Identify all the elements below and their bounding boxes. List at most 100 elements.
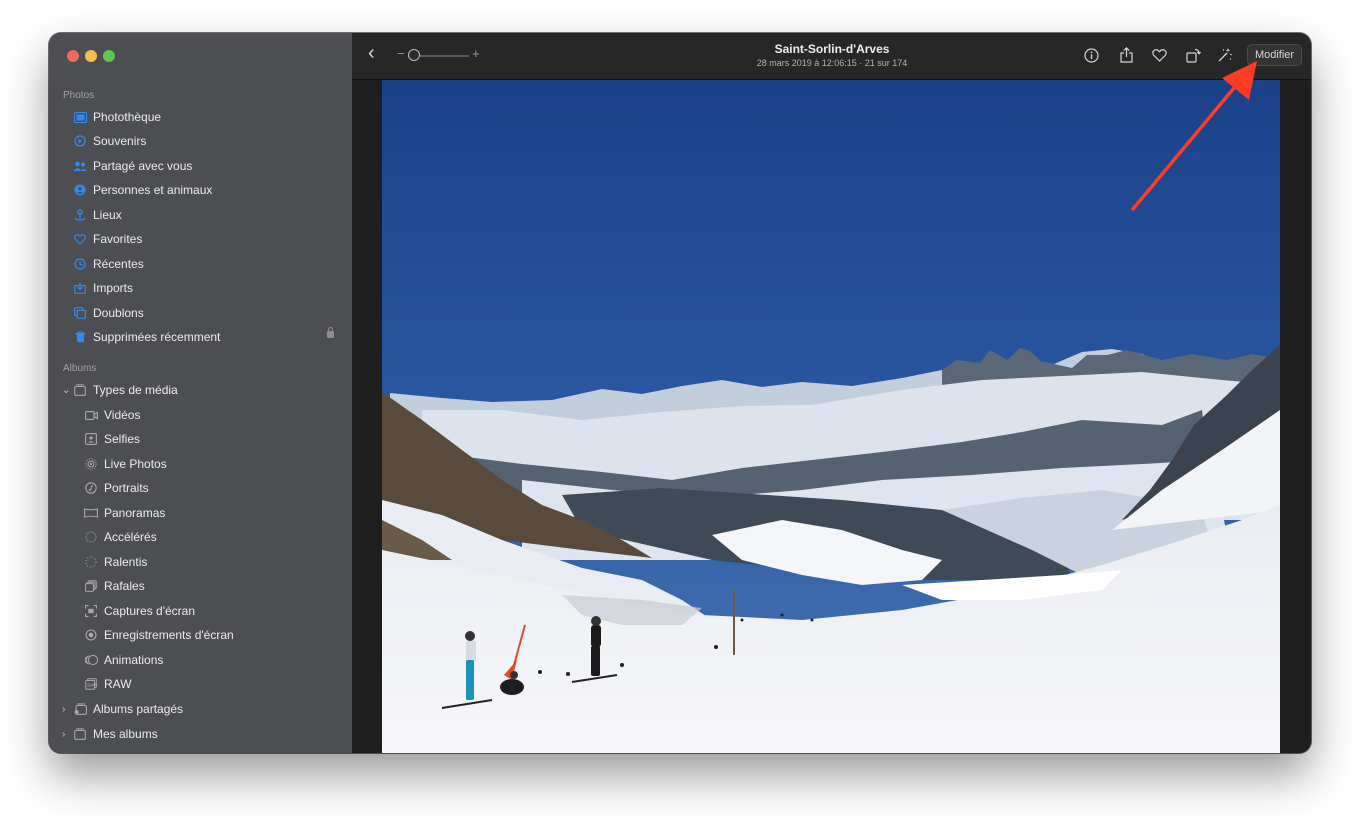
burst-icon [84,579,98,593]
sidebar-item-enregistrements-d-ecran[interactable]: Enregistrements d'écran [49,623,352,647]
svg-text:RAW: RAW [87,683,97,689]
sidebar-item-acceleres[interactable]: Accélérés [49,525,352,549]
people-icon [73,183,87,197]
photo-library-icon [73,110,87,124]
share-icon[interactable] [1117,46,1135,64]
sidebar-item-videos[interactable]: Vidéos [49,403,352,427]
sidebar-item-selfies[interactable]: Selfies [49,427,352,451]
edit-button[interactable]: Modifier [1247,44,1302,66]
sidebar: Photos Photothèque Souvenirs Partagé ave… [49,33,352,753]
sidebar-item-label: Récentes [93,257,144,271]
sidebar-item-label: Ralentis [104,555,148,569]
media-types-icon [73,383,87,397]
zoom-slider-thumb[interactable] [408,49,420,61]
rotate-icon[interactable] [1184,46,1202,64]
screenshot-icon [84,604,98,618]
sidebar-item-label: Doublons [93,306,144,320]
sidebar-item-label: Supprimées récemment [93,330,221,344]
zoom-in-button[interactable]: + [472,47,480,61]
sidebar-item-albums-partages[interactable]: › Albums partagés [49,697,352,721]
sidebar-item-label: Captures d'écran [104,604,196,618]
sidebar-item-lieux[interactable]: Lieux [49,203,352,227]
photos-window: Photos Photothèque Souvenirs Partagé ave… [49,33,1311,753]
shared-with-you-icon [73,159,87,173]
live-photo-icon [84,457,98,471]
sidebar-item-label: Panoramas [104,506,166,520]
close-window-button[interactable] [67,50,79,62]
video-icon [84,408,98,422]
places-icon [73,208,87,222]
photo-viewer [352,80,1311,753]
zoom-out-button[interactable]: − [397,47,405,61]
timelapse-icon [84,530,98,544]
sidebar-item-doublons[interactable]: Doublons [49,301,352,325]
sidebar-item-label: Types de média [93,383,178,397]
memories-icon [73,134,87,148]
clock-icon [73,257,87,271]
import-icon [73,281,87,295]
sidebar-item-label: RAW [104,677,132,691]
minimize-window-button[interactable] [85,50,97,62]
sidebar-item-label: Vidéos [104,408,141,422]
sidebar-item-panoramas[interactable]: Panoramas [49,501,352,525]
photo-date-position: 28 mars 2019 à 12:06:15 · 21 sur 174 [756,58,908,68]
sidebar-item-favorites[interactable]: Favorites [49,227,352,251]
duplicates-icon [73,306,87,320]
trash-icon [73,330,87,344]
sidebar-item-personnes-et-animaux[interactable]: Personnes et animaux [49,178,352,202]
panorama-icon [84,506,98,520]
sidebar-item-recentes[interactable]: Récentes [49,252,352,276]
sidebar-item-types-de-media[interactable]: ⌄ Types de média [49,378,352,402]
sidebar-item-label: Enregistrements d'écran [104,628,234,642]
sidebar-item-label: Accélérés [104,530,157,544]
selfie-icon [84,432,98,446]
sidebar-item-label: Photothèque [93,110,162,124]
sidebar-item-ralentis[interactable]: Ralentis [49,550,352,574]
sidebar-item-label: Imports [93,281,134,295]
sidebar-item-live-photos[interactable]: Live Photos [49,452,352,476]
portrait-icon [84,481,98,495]
sidebar-item-imports[interactable]: Imports [49,276,352,300]
albums-section-title: Albums [63,363,97,374]
sidebar-item-label: Live Photos [104,457,167,471]
photo-title: Saint-Sorlin-d'Arves [774,42,890,56]
shared-album-icon [73,702,87,716]
sidebar-item-label: Mes albums [93,727,158,741]
sidebar-item-portraits[interactable]: Portraits [49,476,352,500]
sidebar-item-label: Portraits [104,481,149,495]
sidebar-item-label: Animations [104,653,164,667]
album-icon [73,727,87,741]
sidebar-item-souvenirs[interactable]: Souvenirs [49,129,352,153]
mountain-ski-photo[interactable] [382,80,1280,753]
auto-enhance-icon[interactable] [1216,46,1234,64]
heart-icon [73,232,87,246]
sidebar-item-supprimees-recemment[interactable]: Supprimées récemment [49,325,352,349]
sidebar-item-label: Personnes et animaux [93,183,213,197]
sidebar-item-label: Albums partagés [93,702,184,716]
sidebar-item-captures-d-ecran[interactable]: Captures d'écran [49,599,352,623]
zoom-window-button[interactable] [103,50,115,62]
screen-recording-icon [84,628,98,642]
chevron-right-icon[interactable]: › [62,729,65,740]
sidebar-item-mes-albums[interactable]: › Mes albums [49,722,352,746]
chevron-right-icon[interactable]: › [62,704,65,715]
photos-section-title: Photos [63,90,95,101]
back-arrow-icon[interactable]: ‹ [368,43,375,63]
sidebar-item-animations[interactable]: Animations [49,648,352,672]
sidebar-item-label: Favorites [93,232,143,246]
raw-icon: RAW [84,677,98,691]
sidebar-item-rafales[interactable]: Rafales [49,574,352,598]
sidebar-item-label: Lieux [93,208,122,222]
sidebar-item-raw[interactable]: RAW RAW [49,672,352,696]
sidebar-item-label: Selfies [104,432,141,446]
sidebar-item-label: Partagé avec vous [93,159,193,173]
info-icon[interactable] [1082,46,1100,64]
heart-icon[interactable] [1150,46,1168,64]
lock-icon [327,327,334,338]
animation-icon [84,653,98,667]
slow-motion-icon [84,555,98,569]
chevron-down-icon[interactable]: ⌄ [62,385,70,396]
sidebar-item-phototheque[interactable]: Photothèque [49,105,352,129]
toolbar: ‹ − + Saint-Sorlin-d'Arves 28 mars 2019 … [352,33,1311,80]
sidebar-item-partage-avec-vous[interactable]: Partagé avec vous [49,154,352,178]
